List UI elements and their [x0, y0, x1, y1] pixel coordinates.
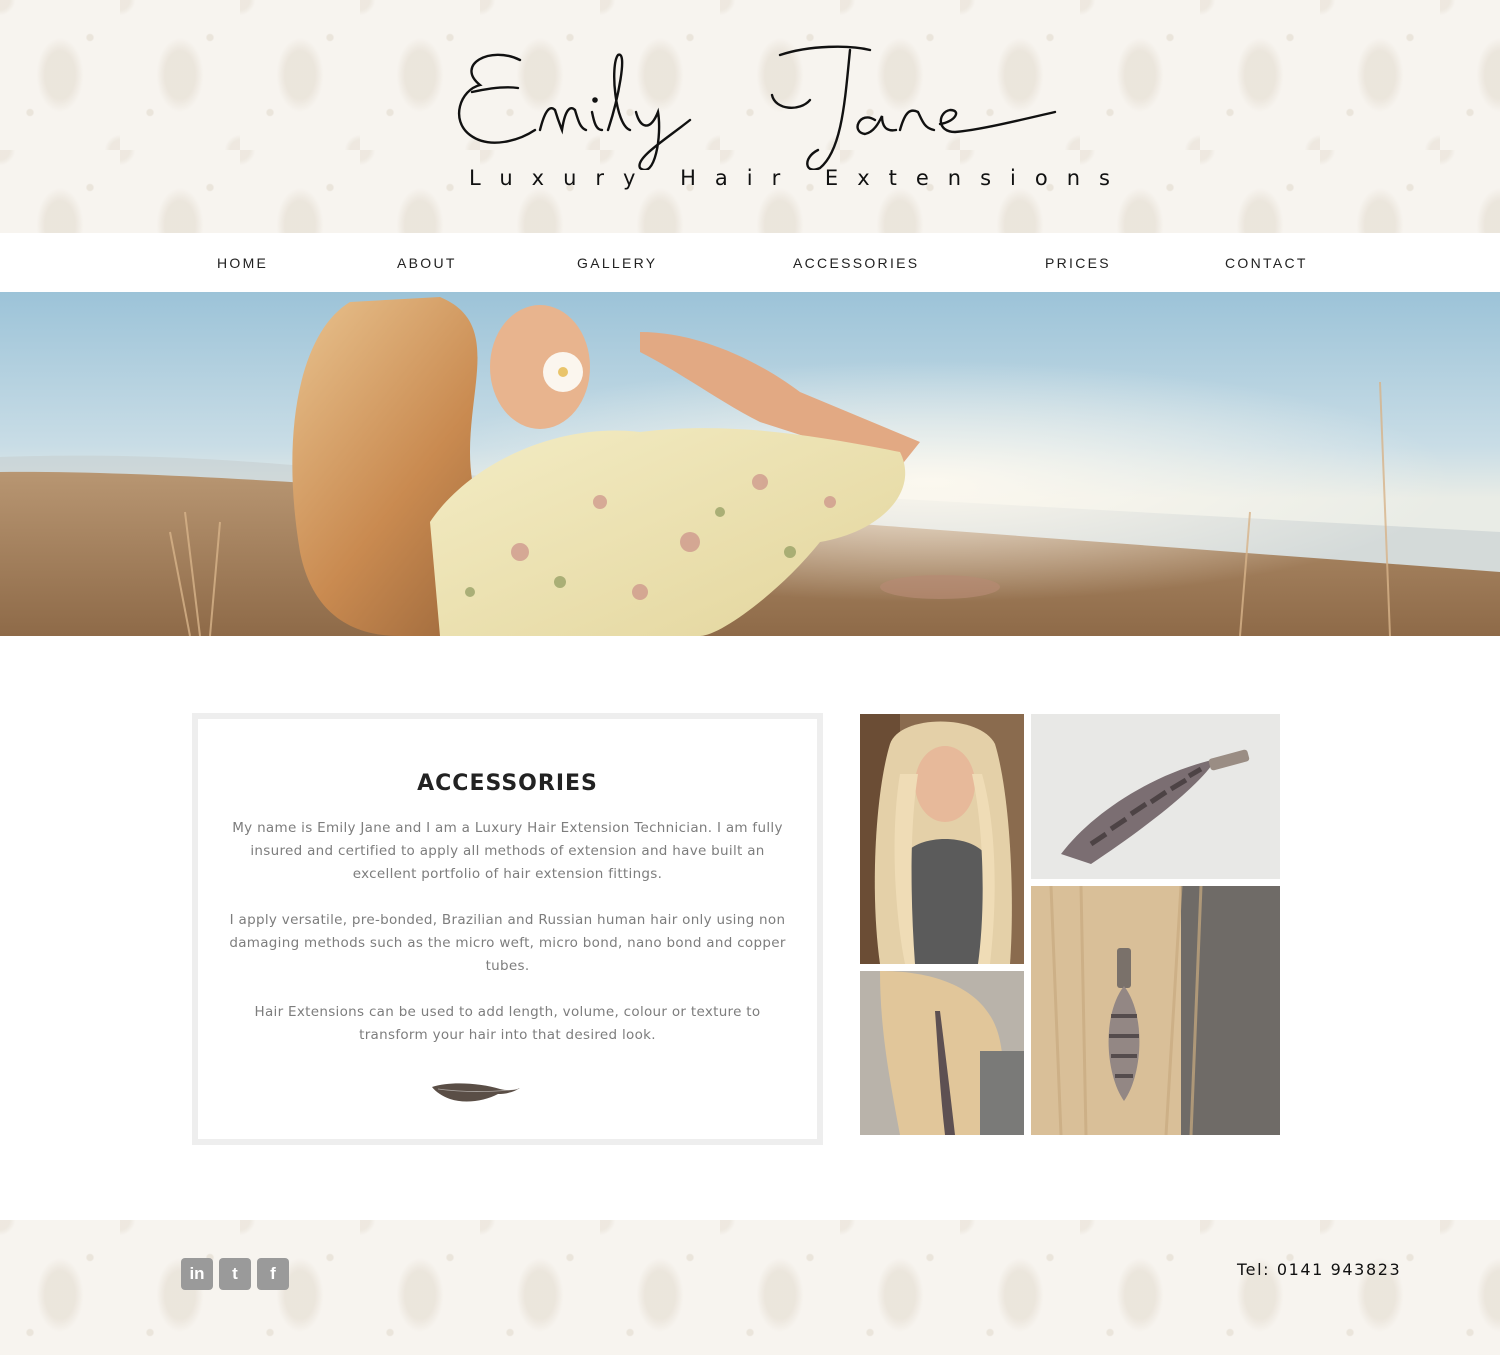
feather-icon	[432, 1083, 520, 1102]
logo-tagline: Luxury Hair Extensions	[469, 166, 1129, 190]
twitter-icon[interactable]: t	[219, 1258, 251, 1290]
benefits-paragraph: Hair Extensions can be used to add lengt…	[254, 1004, 761, 1043]
hero-banner-photo	[0, 292, 1500, 636]
nav-home[interactable]: HOME	[217, 255, 268, 271]
nav-accessories[interactable]: ACCESSORIES	[793, 255, 919, 271]
nav-about[interactable]: ABOUT	[397, 255, 457, 271]
hero-banner	[0, 292, 1500, 636]
nav-prices[interactable]: PRICES	[1045, 255, 1111, 271]
nav-contact[interactable]: CONTACT	[1225, 255, 1308, 271]
page-title: ACCESSORIES	[417, 771, 598, 796]
facebook-icon[interactable]: f	[257, 1258, 289, 1290]
site-header: Luxury Hair Extensions	[0, 0, 1500, 233]
footer-phone: Tel: 0141 943823	[1237, 1260, 1402, 1279]
side-hair-feather-photo[interactable]	[860, 971, 1024, 1135]
content-card: ACCESSORIES My name is Emily Jane and I …	[192, 713, 823, 1145]
site-footer: in t f Tel: 0141 943823	[0, 1220, 1500, 1355]
blonde-long-hair-photo[interactable]	[860, 714, 1024, 964]
feather-accessory-photo[interactable]	[1031, 714, 1280, 879]
linkedin-icon[interactable]: in	[181, 1258, 213, 1290]
intro-paragraph: My name is Emily Jane and I am a Luxury …	[232, 820, 783, 882]
methods-paragraph: I apply versatile, pre-bonded, Brazilian…	[229, 912, 786, 974]
main-nav: HOME ABOUT GALLERY ACCESSORIES PRICES CO…	[0, 233, 1500, 292]
logo-script[interactable]	[450, 40, 1070, 170]
hair-bead-feather-photo[interactable]	[1031, 886, 1280, 1135]
nav-gallery[interactable]: GALLERY	[577, 255, 657, 271]
